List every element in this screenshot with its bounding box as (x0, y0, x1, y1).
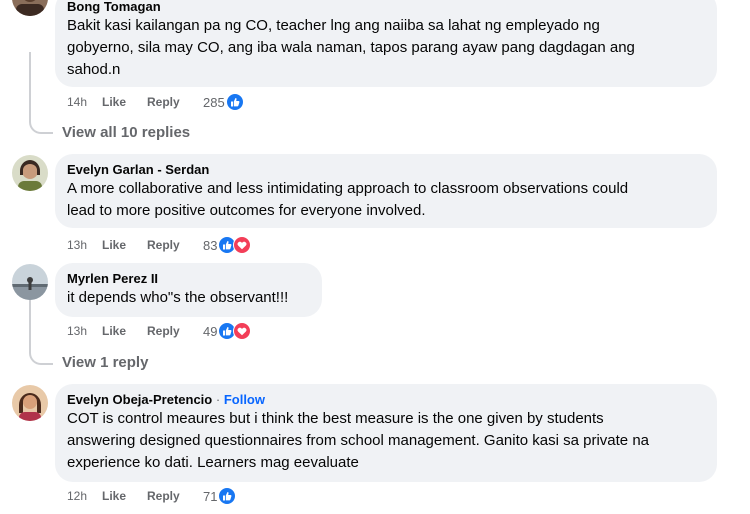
avatar[interactable] (12, 155, 48, 191)
separator-dot: · (215, 392, 221, 407)
reaction-summary[interactable]: 83 (203, 236, 252, 254)
like-button[interactable]: Like (102, 324, 147, 338)
like-button[interactable]: Like (102, 238, 147, 252)
love-reaction-icon (233, 236, 252, 254)
comment-actions: 13h Like Reply 49 (67, 322, 252, 340)
reply-button[interactable]: Reply (147, 238, 203, 252)
like-reaction-icon (218, 487, 237, 505)
reply-button[interactable]: Reply (147, 324, 203, 338)
reply-button[interactable]: Reply (147, 489, 203, 503)
comment-time[interactable]: 13h (67, 324, 102, 338)
comment-bubble: Evelyn Obeja-Pretencio · Follow COT is c… (55, 384, 717, 482)
reaction-count: 49 (203, 323, 218, 339)
avatar[interactable] (12, 264, 48, 300)
follow-button[interactable]: Follow (224, 392, 265, 407)
view-replies-link[interactable]: View 1 reply (62, 354, 148, 371)
reaction-summary[interactable]: 71 (203, 487, 237, 505)
like-reaction-icon (225, 93, 244, 111)
comment-actions: 13h Like Reply 83 (67, 236, 252, 254)
comment-author[interactable]: Evelyn Obeja-Pretencio (67, 392, 212, 407)
reaction-count: 71 (203, 488, 218, 504)
reaction-count: 285 (203, 94, 225, 110)
comment-text: Bakit kasi kailangan pa ng CO, teacher l… (67, 17, 635, 78)
like-button[interactable]: Like (102, 489, 147, 503)
comment-time[interactable]: 13h (67, 238, 102, 252)
comment-actions: 12h Like Reply 71 (67, 487, 237, 505)
reaction-summary[interactable]: 49 (203, 322, 252, 340)
thread-connector (29, 300, 53, 365)
comment-text: COT is control meaures but i think the b… (67, 410, 649, 471)
avatar[interactable] (12, 385, 48, 421)
reaction-summary[interactable]: 285 (203, 93, 244, 111)
comment-text: it depends who"s the observant!!! (67, 289, 289, 306)
like-button[interactable]: Like (102, 95, 147, 109)
comment-author[interactable]: Evelyn Garlan - Serdan (67, 161, 705, 178)
comment-bubble: Bong Tomagan Bakit kasi kailangan pa ng … (55, 0, 717, 87)
view-replies-link[interactable]: View all 10 replies (62, 124, 190, 141)
reaction-count: 83 (203, 237, 218, 253)
comment-text: A more collaborative and less intimidati… (67, 180, 629, 219)
comment-author[interactable]: Myrlen Perez II (67, 270, 310, 287)
comment-actions: 14h Like Reply 285 (67, 93, 244, 111)
comment-bubble: Myrlen Perez II it depends who"s the obs… (55, 263, 322, 317)
love-reaction-icon (233, 322, 252, 340)
comment-author[interactable]: Bong Tomagan (67, 0, 705, 15)
comment-time[interactable]: 12h (67, 489, 102, 503)
avatar[interactable] (12, 0, 48, 16)
thread-connector (29, 52, 53, 134)
reply-button[interactable]: Reply (147, 95, 203, 109)
comment-bubble: Evelyn Garlan - Serdan A more collaborat… (55, 154, 717, 228)
comment-time[interactable]: 14h (67, 95, 102, 109)
comment-author-line: Evelyn Obeja-Pretencio · Follow (67, 391, 705, 408)
